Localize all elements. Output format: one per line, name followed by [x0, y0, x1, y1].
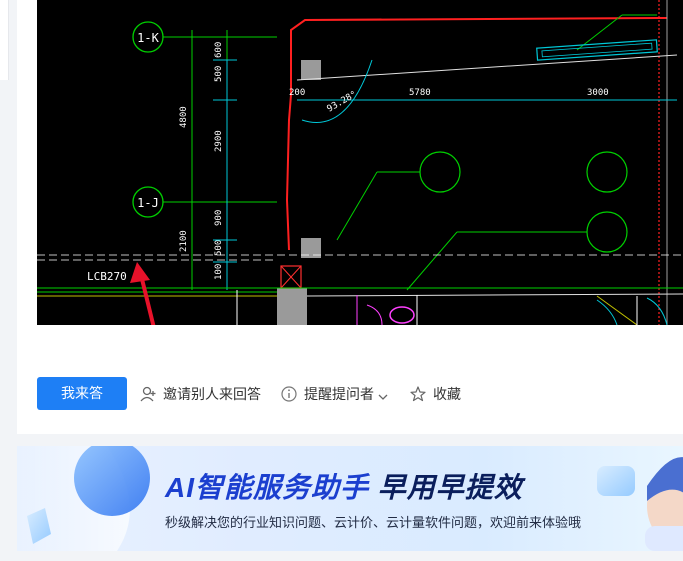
- info-circle-icon: [280, 385, 298, 403]
- banner-title-part2: 早用早提效: [377, 472, 523, 503]
- dim-5780: 5780: [409, 88, 431, 98]
- grid-label-1k: 1-K: [137, 31, 159, 45]
- dim-500: 500: [214, 66, 224, 82]
- dim-2100: 2100: [179, 230, 189, 252]
- user-plus-icon: [139, 385, 157, 403]
- banner-subtitle: 秒级解决您的行业知识问题、云计价、云计量软件问题，欢迎前来体验哦: [165, 515, 582, 530]
- favorite-button[interactable]: 收藏: [409, 383, 461, 405]
- invite-answer-button[interactable]: 邀请别人来回答: [139, 383, 261, 405]
- angle-label: 93.28°: [326, 90, 359, 115]
- dim-2900: 2900: [214, 130, 224, 152]
- cad-drawing-svg: 1-K 1-J 600 500 4800 2900 900 500 2100 1…: [37, 0, 683, 325]
- answer-button[interactable]: 我来答: [37, 377, 127, 410]
- banner-title: AI智能服务助手 早用早提效: [165, 466, 523, 506]
- cad-drawing-image[interactable]: 1-K 1-J 600 500 4800 2900 900 500 2100 1…: [37, 0, 683, 325]
- left-side-card: [0, 0, 9, 80]
- annotation-arrow: [139, 273, 156, 325]
- invite-answer-label: 邀请别人来回答: [163, 386, 261, 402]
- dim-900: 900: [214, 210, 224, 226]
- chevron-down-icon: [378, 389, 388, 400]
- dim-100: 100: [214, 264, 224, 280]
- remind-asker-dropdown[interactable]: 提醒提问者: [280, 383, 388, 405]
- star-icon: [409, 385, 427, 403]
- column-gray-1: [301, 60, 321, 80]
- dim-500b: 500: [214, 240, 224, 256]
- column-gray-3: [277, 288, 307, 325]
- dim-3000: 3000: [587, 88, 609, 98]
- favorite-label: 收藏: [433, 386, 461, 402]
- dim-200: 200: [289, 88, 305, 98]
- grid-label-1j: 1-J: [137, 196, 159, 210]
- dim-4800: 4800: [179, 106, 189, 128]
- remind-asker-label: 提醒提问者: [304, 386, 374, 402]
- robot-assistant-icon: [645, 457, 683, 551]
- dim-600: 600: [214, 42, 224, 58]
- banner-title-part1: AI智能服务助手: [165, 472, 378, 503]
- beam-label: LCB270: [87, 270, 127, 283]
- ai-assistant-banner[interactable]: AI智能服务助手 早用早提效 秒级解决您的行业知识问题、云计价、云计量软件问题，…: [17, 446, 683, 551]
